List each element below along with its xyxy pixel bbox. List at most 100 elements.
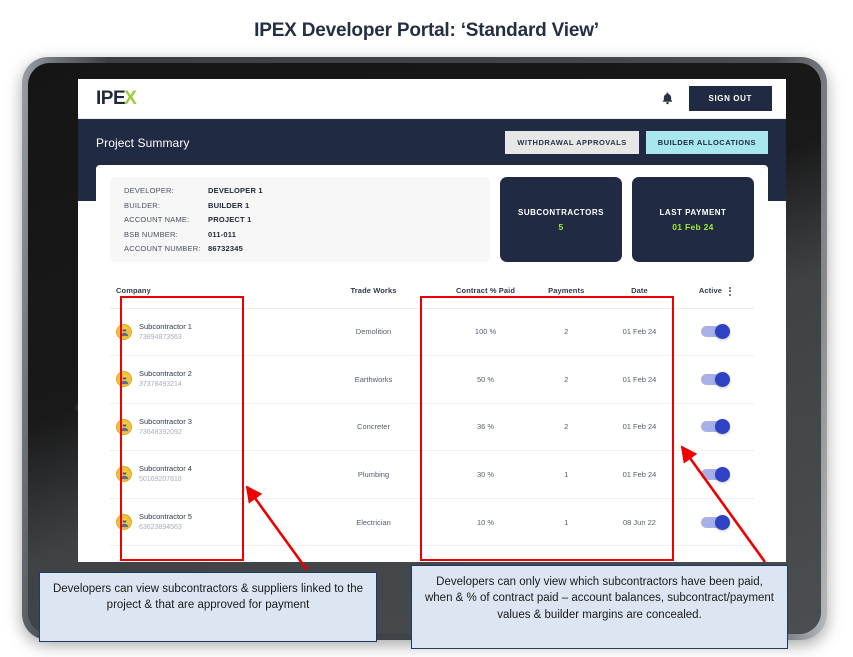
company-name: Subcontractor 2 bbox=[139, 369, 192, 379]
callout-left: Developers can view subcontractors & sup… bbox=[39, 572, 377, 642]
project-content-card: DEVELOPER: DEVELOPER 1 BUILDER: BUILDER … bbox=[96, 165, 768, 547]
detail-value: DEVELOPER 1 bbox=[208, 186, 263, 195]
active-toggle[interactable] bbox=[700, 419, 730, 435]
company-cell: Subcontractor 2 37378493214 bbox=[116, 369, 305, 390]
cell-company: Subcontractor 5 63623894563 bbox=[110, 498, 306, 547]
detail-label: DEVELOPER: bbox=[124, 186, 174, 195]
cell-trade-works: Earthworks bbox=[305, 355, 442, 404]
cell-company: Subcontractor 2 37378493214 bbox=[110, 355, 306, 404]
detail-row-bsb-number: BSB NUMBER: 011-011 bbox=[124, 230, 476, 239]
worker-avatar-icon bbox=[116, 323, 132, 340]
company-text: Subcontractor 4 50169207818 bbox=[139, 464, 192, 485]
table-header-row: Company Trade Works Contract % Paid Paym… bbox=[110, 275, 754, 309]
cell-contract-percent-paid: 100 % bbox=[441, 308, 530, 357]
cell-company: Subcontractor 4 50169207818 bbox=[110, 450, 306, 499]
stat-card-subcontractors: SUBCONTRACTORS 5 bbox=[500, 177, 622, 262]
cell-date: 01 Feb 24 bbox=[603, 355, 676, 404]
detail-value: PROJECT 1 bbox=[208, 215, 252, 224]
sign-out-button[interactable]: SIGN OUT bbox=[688, 86, 772, 111]
detail-label: BUILDER: bbox=[124, 200, 161, 210]
column-header-contract-percent-paid[interactable]: Contract % Paid bbox=[441, 275, 530, 309]
cell-payments: 2 bbox=[529, 355, 604, 404]
detail-value: 011-011 bbox=[208, 229, 237, 239]
cell-active bbox=[675, 403, 754, 452]
cell-payments: 1 bbox=[529, 450, 604, 499]
company-text: Subcontractor 1 73894873563 bbox=[139, 322, 192, 343]
stat-label: LAST PAYMENT bbox=[659, 207, 727, 217]
cell-payments: 1 bbox=[529, 498, 604, 547]
cell-trade-works: Concreter bbox=[305, 403, 442, 452]
table-row[interactable]: Subcontractor 1 73894873563 Demolition 1… bbox=[110, 308, 754, 357]
active-toggle[interactable] bbox=[700, 324, 730, 340]
cell-active bbox=[675, 450, 754, 499]
project-details-panel: DEVELOPER: DEVELOPER 1 BUILDER: BUILDER … bbox=[110, 177, 490, 262]
table-row[interactable]: Subcontractor 4 50169207818 Plumbing 30 … bbox=[110, 450, 754, 499]
stat-card-last-payment: LAST PAYMENT 01 Feb 24 bbox=[632, 177, 754, 262]
company-account-number: 50169207818 bbox=[139, 476, 182, 484]
company-text: Subcontractor 3 73648392092 bbox=[139, 417, 192, 438]
column-header-active[interactable]: Active bbox=[675, 275, 754, 309]
company-text: Subcontractor 5 63623894563 bbox=[139, 512, 192, 533]
logo-x-accent: X bbox=[124, 87, 137, 109]
company-account-number: 73648392092 bbox=[139, 428, 182, 436]
detail-row-developer: DEVELOPER: DEVELOPER 1 bbox=[124, 186, 476, 195]
cell-contract-percent-paid: 50 % bbox=[441, 355, 530, 404]
column-header-date[interactable]: Date bbox=[603, 275, 676, 309]
bell-icon[interactable] bbox=[662, 92, 673, 105]
cell-contract-percent-paid: 10 % bbox=[441, 498, 530, 547]
cell-date: 01 Feb 24 bbox=[603, 450, 676, 499]
detail-label: ACCOUNT NAME: bbox=[124, 215, 190, 224]
cell-active bbox=[675, 355, 754, 404]
logo-text: IPE bbox=[96, 87, 126, 109]
stat-value: 5 bbox=[558, 221, 564, 232]
page-title: Project Summary bbox=[96, 135, 190, 150]
app-top-bar: IPE X SIGN OUT bbox=[78, 79, 786, 119]
company-account-number: 63623894563 bbox=[139, 523, 182, 531]
ipex-logo: IPE X bbox=[96, 87, 137, 110]
summary-row: DEVELOPER: DEVELOPER 1 BUILDER: BUILDER … bbox=[110, 177, 754, 262]
worker-avatar-icon bbox=[116, 514, 132, 531]
company-cell: Subcontractor 5 63623894563 bbox=[116, 512, 305, 533]
project-summary-banner: Project Summary WITHDRAWAL APPROVALS BUI… bbox=[78, 119, 786, 547]
more-vertical-icon[interactable] bbox=[729, 286, 731, 296]
company-cell: Subcontractor 3 73648392092 bbox=[116, 417, 305, 438]
column-header-trade-works[interactable]: Trade Works bbox=[305, 275, 442, 309]
detail-value: BUILDER 1 bbox=[208, 200, 250, 210]
detail-row-account-number: ACCOUNT NUMBER: 86732345 bbox=[124, 244, 476, 253]
detail-row-builder: BUILDER: BUILDER 1 bbox=[124, 201, 476, 210]
active-toggle[interactable] bbox=[700, 371, 730, 387]
table-row[interactable]: Subcontractor 2 37378493214 Earthworks 5… bbox=[110, 355, 754, 404]
cell-active bbox=[675, 498, 754, 547]
company-account-number: 73894873563 bbox=[139, 333, 182, 341]
cell-payments: 2 bbox=[529, 308, 604, 357]
slide-root: IPEX Developer Portal: ‘Standard View’ I… bbox=[0, 0, 853, 657]
company-name: Subcontractor 3 bbox=[139, 416, 192, 426]
detail-label: BSB NUMBER: bbox=[124, 229, 178, 239]
company-cell: Subcontractor 1 73894873563 bbox=[116, 322, 305, 343]
company-name: Subcontractor 1 bbox=[139, 321, 192, 331]
company-name: Subcontractor 5 bbox=[139, 511, 192, 521]
table-row[interactable]: Subcontractor 3 73648392092 Concreter 36… bbox=[110, 403, 754, 452]
cell-trade-works: Electrician bbox=[305, 498, 442, 547]
builder-allocations-button[interactable]: BUILDER ALLOCATIONS bbox=[645, 131, 768, 154]
withdrawal-approvals-button[interactable]: WITHDRAWAL APPROVALS bbox=[505, 131, 639, 154]
active-toggle[interactable] bbox=[700, 514, 730, 530]
table-row[interactable]: Subcontractor 5 63623894563 Electrician … bbox=[110, 498, 754, 547]
cell-trade-works: Plumbing bbox=[305, 450, 442, 499]
detail-row-account-name: ACCOUNT NAME: PROJECT 1 bbox=[124, 215, 476, 224]
subcontractors-table: Company Trade Works Contract % Paid Paym… bbox=[110, 275, 754, 547]
detail-value: 86732345 bbox=[208, 244, 243, 253]
column-header-payments[interactable]: Payments bbox=[529, 275, 604, 309]
active-toggle[interactable] bbox=[700, 466, 730, 482]
cell-payments: 2 bbox=[529, 403, 604, 452]
cell-active bbox=[675, 308, 754, 357]
table-body: Subcontractor 1 73894873563 Demolition 1… bbox=[110, 308, 754, 547]
column-header-company[interactable]: Company bbox=[110, 275, 306, 309]
stat-label: SUBCONTRACTORS bbox=[518, 207, 604, 217]
table-head: Company Trade Works Contract % Paid Paym… bbox=[110, 275, 754, 309]
cell-date: 01 Feb 24 bbox=[603, 308, 676, 357]
column-header-active-label: Active bbox=[698, 286, 722, 295]
worker-avatar-icon bbox=[116, 371, 132, 388]
banner-row: Project Summary WITHDRAWAL APPROVALS BUI… bbox=[96, 131, 768, 154]
cell-company: Subcontractor 3 73648392092 bbox=[110, 403, 306, 452]
